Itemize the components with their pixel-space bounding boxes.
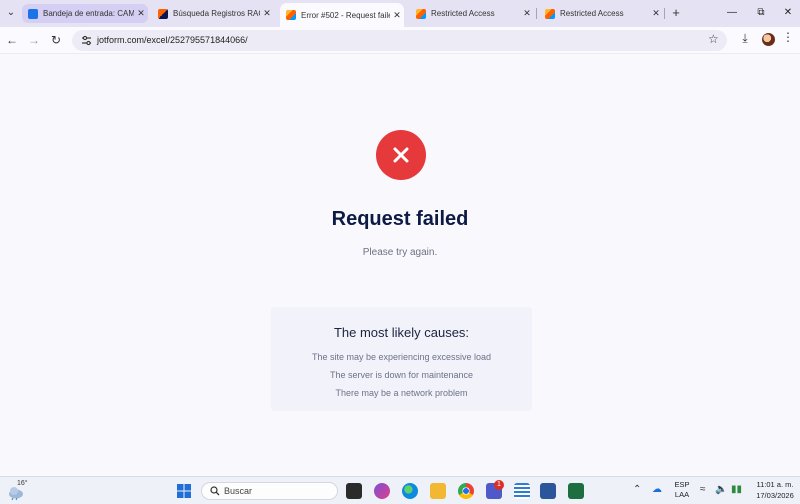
edge-browser-icon[interactable]	[402, 483, 418, 499]
windows-start-icon[interactable]	[176, 483, 192, 499]
minimize-icon[interactable]: —	[722, 4, 742, 22]
teams-notification-badge: 1	[494, 480, 504, 490]
tab-search-chevron-icon[interactable]: ⌄	[3, 4, 19, 21]
clock-date: 17/03/2026	[756, 491, 794, 500]
battery-icon[interactable]: ▮▮	[731, 484, 742, 495]
causes-box: The most likely causes: The site may be …	[271, 307, 532, 411]
url-text: jotform.com/excel/252795571844066/	[97, 35, 248, 45]
notepad-icon[interactable]	[514, 483, 530, 499]
copilot-icon[interactable]	[374, 483, 390, 499]
profile-avatar[interactable]	[762, 33, 775, 46]
language-indicator[interactable]: ESP LAA	[671, 480, 693, 499]
window-close-icon[interactable]: ✕	[778, 4, 798, 22]
download-icon[interactable]: ⤓	[738, 31, 752, 47]
jotform-icon	[286, 10, 296, 20]
site-info-tune-icon[interactable]	[80, 34, 93, 47]
clock-time: 11:01 a. m.	[756, 480, 794, 489]
tab-title: Error #502 - Request failed	[301, 10, 390, 20]
browser-toolbar: ← → ↻ jotform.com/excel/252795571844066/	[0, 27, 800, 54]
excel-icon[interactable]	[568, 483, 584, 499]
onedrive-cloud-icon[interactable]: ☁	[652, 484, 662, 495]
tab-divider	[536, 8, 537, 19]
reload-icon[interactable]: ↻	[48, 32, 64, 48]
forward-arrow-icon[interactable]: →	[26, 32, 42, 48]
more-menu-icon[interactable]: ⋮	[782, 30, 794, 44]
tab-strip: ⌄ Bandeja de entrada: CAMI ✕ Búsqueda Re…	[0, 0, 800, 27]
tab-restricted-access-2[interactable]: Restricted Access ✕	[539, 4, 663, 23]
close-icon[interactable]: ✕	[260, 8, 274, 19]
tab-title: Restricted Access	[560, 9, 624, 18]
cause-item: The server is down for maintenance	[329, 370, 474, 380]
error-x-icon	[376, 130, 426, 180]
word-icon[interactable]	[540, 483, 556, 499]
jotform-icon	[545, 8, 555, 19]
close-icon[interactable]: ✕	[520, 8, 534, 19]
close-icon[interactable]: ✕	[390, 10, 404, 21]
weather-temperature: 16°	[17, 480, 28, 487]
close-icon[interactable]: ✕	[134, 8, 148, 19]
bookmark-star-icon[interactable]: ☆	[708, 32, 719, 46]
causes-title: The most likely causes:	[333, 325, 470, 340]
new-tab-plus-icon[interactable]: +	[668, 4, 684, 22]
tab-outlook[interactable]: Bandeja de entrada: CAMI ✕	[22, 4, 148, 23]
language-line-2: LAA	[674, 490, 690, 499]
restore-icon[interactable]: ⧉	[751, 4, 771, 22]
show-hidden-icons-chevron-icon[interactable]: ⌃	[633, 484, 641, 495]
volume-icon[interactable]: 🔈	[715, 484, 727, 495]
taskbar-search-input[interactable]: Buscar	[201, 482, 338, 500]
page-subtitle: Please try again.	[362, 247, 438, 258]
cause-item: The site may be experiencing excessive l…	[311, 352, 492, 362]
address-bar[interactable]: jotform.com/excel/252795571844066/	[72, 30, 727, 51]
tab-busqueda-registros[interactable]: Búsqueda Registros RACF ✕	[152, 4, 274, 23]
search-placeholder: Buscar	[224, 486, 253, 496]
outlook-mail-icon	[28, 8, 38, 19]
file-explorer-icon[interactable]	[430, 483, 446, 499]
jotform-icon	[158, 8, 168, 19]
tab-title: Bandeja de entrada: CAMI	[43, 9, 134, 18]
tab-error-502[interactable]: Error #502 - Request failed ✕	[280, 3, 404, 27]
tab-title: Restricted Access	[431, 9, 495, 18]
tab-title: Búsqueda Registros RACF	[173, 9, 260, 18]
clock[interactable]: 11:01 a. m. 17/03/2026	[753, 480, 797, 500]
tab-restricted-access-1[interactable]: Restricted Access ✕	[410, 4, 534, 23]
back-arrow-icon[interactable]: ←	[4, 32, 20, 48]
jotform-icon	[416, 8, 426, 19]
chrome-icon[interactable]	[458, 483, 474, 499]
tab-divider	[664, 8, 665, 19]
wifi-icon[interactable]: ≈	[700, 484, 706, 495]
task-view-icon[interactable]	[346, 483, 362, 499]
page-title: Request failed	[331, 208, 469, 230]
page-content: Request failed Please try again. The mos…	[0, 54, 800, 476]
cause-item: There may be a network problem	[335, 388, 468, 398]
search-icon	[210, 486, 220, 496]
language-line-1: ESP	[674, 480, 690, 489]
close-icon[interactable]: ✕	[649, 8, 663, 19]
